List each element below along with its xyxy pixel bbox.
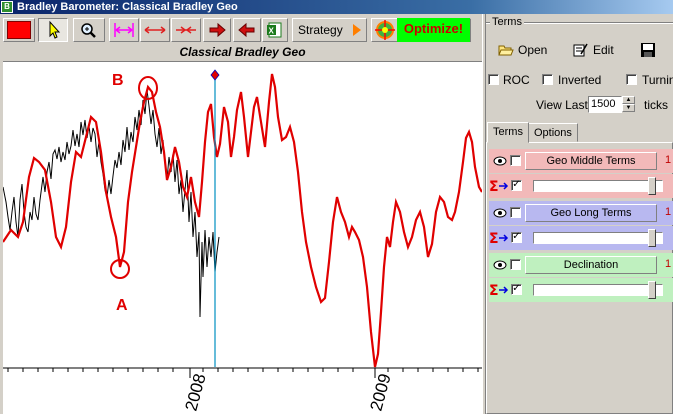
term-visible-checkbox[interactable] — [510, 207, 521, 218]
chart-title: Classical Bradley Geo — [3, 44, 482, 62]
annotation-a-label: A — [116, 297, 128, 314]
optimize-button[interactable]: Optimize! — [371, 18, 471, 42]
svg-text:Σ: Σ — [489, 283, 499, 298]
term-weight-slider[interactable] — [533, 180, 663, 192]
roc-label: ROC — [503, 73, 530, 87]
bradley-geo-line — [3, 73, 482, 368]
term-enabled-checkbox[interactable]: ✓ — [511, 232, 522, 243]
current-day-marker-icon[interactable] — [210, 69, 220, 81]
terms-panel: Terms Open Edit ROC Inverted Turning Vie… — [486, 14, 673, 414]
roc-checkbox[interactable] — [488, 74, 499, 85]
chart-canvas[interactable]: A B 2008 2009 — [3, 62, 482, 414]
term-declination: Declination 1 Σ ✓ — [489, 253, 673, 303]
turning-label: Turning — [642, 73, 673, 87]
ticks-label: ticks — [644, 98, 668, 112]
tab-terms[interactable]: Terms — [487, 122, 529, 143]
terms-group-label: Terms — [490, 16, 524, 28]
term-visible-checkbox[interactable] — [510, 259, 521, 270]
expand-left-icon — [114, 23, 134, 37]
term-name[interactable]: Declination — [525, 256, 657, 274]
svg-text:X: X — [269, 27, 275, 36]
term-enabled-checkbox[interactable]: ✓ — [511, 284, 522, 295]
cursor-arrow-icon — [49, 20, 61, 39]
arrow-right-icon — [209, 22, 226, 38]
term-count: 1 — [665, 258, 672, 270]
slider-thumb[interactable] — [648, 177, 656, 195]
folder-open-icon — [498, 45, 514, 56]
contract-arrows-icon — [176, 26, 196, 34]
window-title: Bradley Barometer: Classical Bradley Geo — [17, 1, 238, 13]
edit-label: Edit — [593, 43, 614, 57]
view-last-spinner[interactable]: ▲ ▼ — [622, 96, 635, 113]
term-name[interactable]: Geo Middle Terms — [525, 152, 657, 170]
price-line — [3, 89, 220, 318]
excel-icon: X — [267, 22, 282, 38]
terms-tab-page: Geo Middle Terms 1 Σ ✓ Geo Long Terms 1 … — [486, 142, 673, 414]
terms-tabs: Terms Options — [486, 122, 673, 143]
pointer-tool-button[interactable] — [38, 18, 68, 42]
scroll-left-button[interactable] — [233, 18, 261, 42]
term-weight-slider[interactable] — [533, 284, 663, 296]
spin-down-icon[interactable]: ▼ — [622, 104, 635, 112]
svg-text:Σ: Σ — [489, 179, 499, 194]
save-floppy-icon — [641, 43, 655, 57]
tab-options[interactable]: Options — [528, 123, 578, 142]
term-count: 1 — [665, 206, 672, 218]
x-tick-label-2008: 2008 — [182, 372, 210, 413]
term-name[interactable]: Geo Long Terms — [525, 204, 657, 222]
toolbar: X Strategy Optimize! — [0, 14, 484, 46]
spin-up-icon[interactable]: ▲ — [622, 96, 635, 104]
sigma-arrow-icon: Σ — [489, 283, 509, 298]
app-icon: B — [1, 1, 13, 13]
term-header: Geo Long Terms 1 — [489, 201, 673, 225]
term-slider-row: Σ ✓ — [489, 278, 673, 302]
term-header: Declination 1 — [489, 253, 673, 277]
zoom-button[interactable] — [73, 18, 105, 42]
term-header: Geo Middle Terms 1 — [489, 149, 673, 173]
term-visible-checkbox[interactable] — [510, 155, 521, 166]
x-axis-ticks — [7, 368, 479, 378]
inverted-label: Inverted — [558, 73, 602, 87]
term-slider-row: Σ ✓ — [489, 226, 673, 250]
annotation-b-label: B — [112, 72, 124, 89]
view-last-label: View Last — [536, 98, 588, 112]
eye-icon[interactable] — [493, 259, 507, 271]
expand-left-button[interactable] — [109, 18, 139, 42]
strategy-button[interactable]: Strategy — [292, 18, 367, 42]
sigma-arrow-icon: Σ — [489, 231, 509, 246]
optimize-label: Optimize! — [397, 18, 470, 42]
red-square-icon — [7, 21, 31, 39]
play-arrow-icon — [353, 24, 361, 36]
term-slider-row: Σ ✓ — [489, 174, 673, 198]
chart-area[interactable]: A B 2008 2009 — [3, 62, 482, 414]
x-tick-label-2009: 2009 — [367, 372, 395, 413]
sigma-arrow-icon: Σ — [489, 179, 509, 194]
target-icon — [375, 20, 395, 40]
contract-button[interactable] — [171, 18, 201, 42]
term-geo-long: Geo Long Terms 1 Σ ✓ — [489, 201, 673, 251]
excel-export-button[interactable]: X — [262, 18, 288, 42]
term-weight-slider[interactable] — [533, 232, 663, 244]
edit-icon — [573, 43, 588, 57]
color-button[interactable] — [3, 18, 35, 42]
inverted-checkbox[interactable] — [542, 74, 553, 85]
expand-arrows-icon — [144, 26, 166, 34]
slider-thumb[interactable] — [648, 281, 656, 299]
term-geo-middle: Geo Middle Terms 1 Σ ✓ — [489, 149, 673, 199]
turning-checkbox[interactable] — [626, 74, 637, 85]
slider-thumb[interactable] — [648, 229, 656, 247]
view-last-input[interactable]: 1500 — [588, 96, 622, 113]
title-bar: B Bradley Barometer: Classical Bradley G… — [0, 0, 673, 14]
term-count: 1 — [665, 154, 672, 166]
magnifier-icon — [81, 23, 96, 38]
arrow-left-icon — [238, 22, 255, 38]
eye-icon[interactable] — [493, 155, 507, 167]
strategy-label: Strategy — [298, 23, 343, 37]
svg-text:Σ: Σ — [489, 231, 499, 246]
term-enabled-checkbox[interactable]: ✓ — [511, 180, 522, 191]
open-label: Open — [518, 43, 548, 57]
eye-icon[interactable] — [493, 207, 507, 219]
scroll-right-button[interactable] — [203, 18, 231, 42]
expand-button[interactable] — [140, 18, 170, 42]
